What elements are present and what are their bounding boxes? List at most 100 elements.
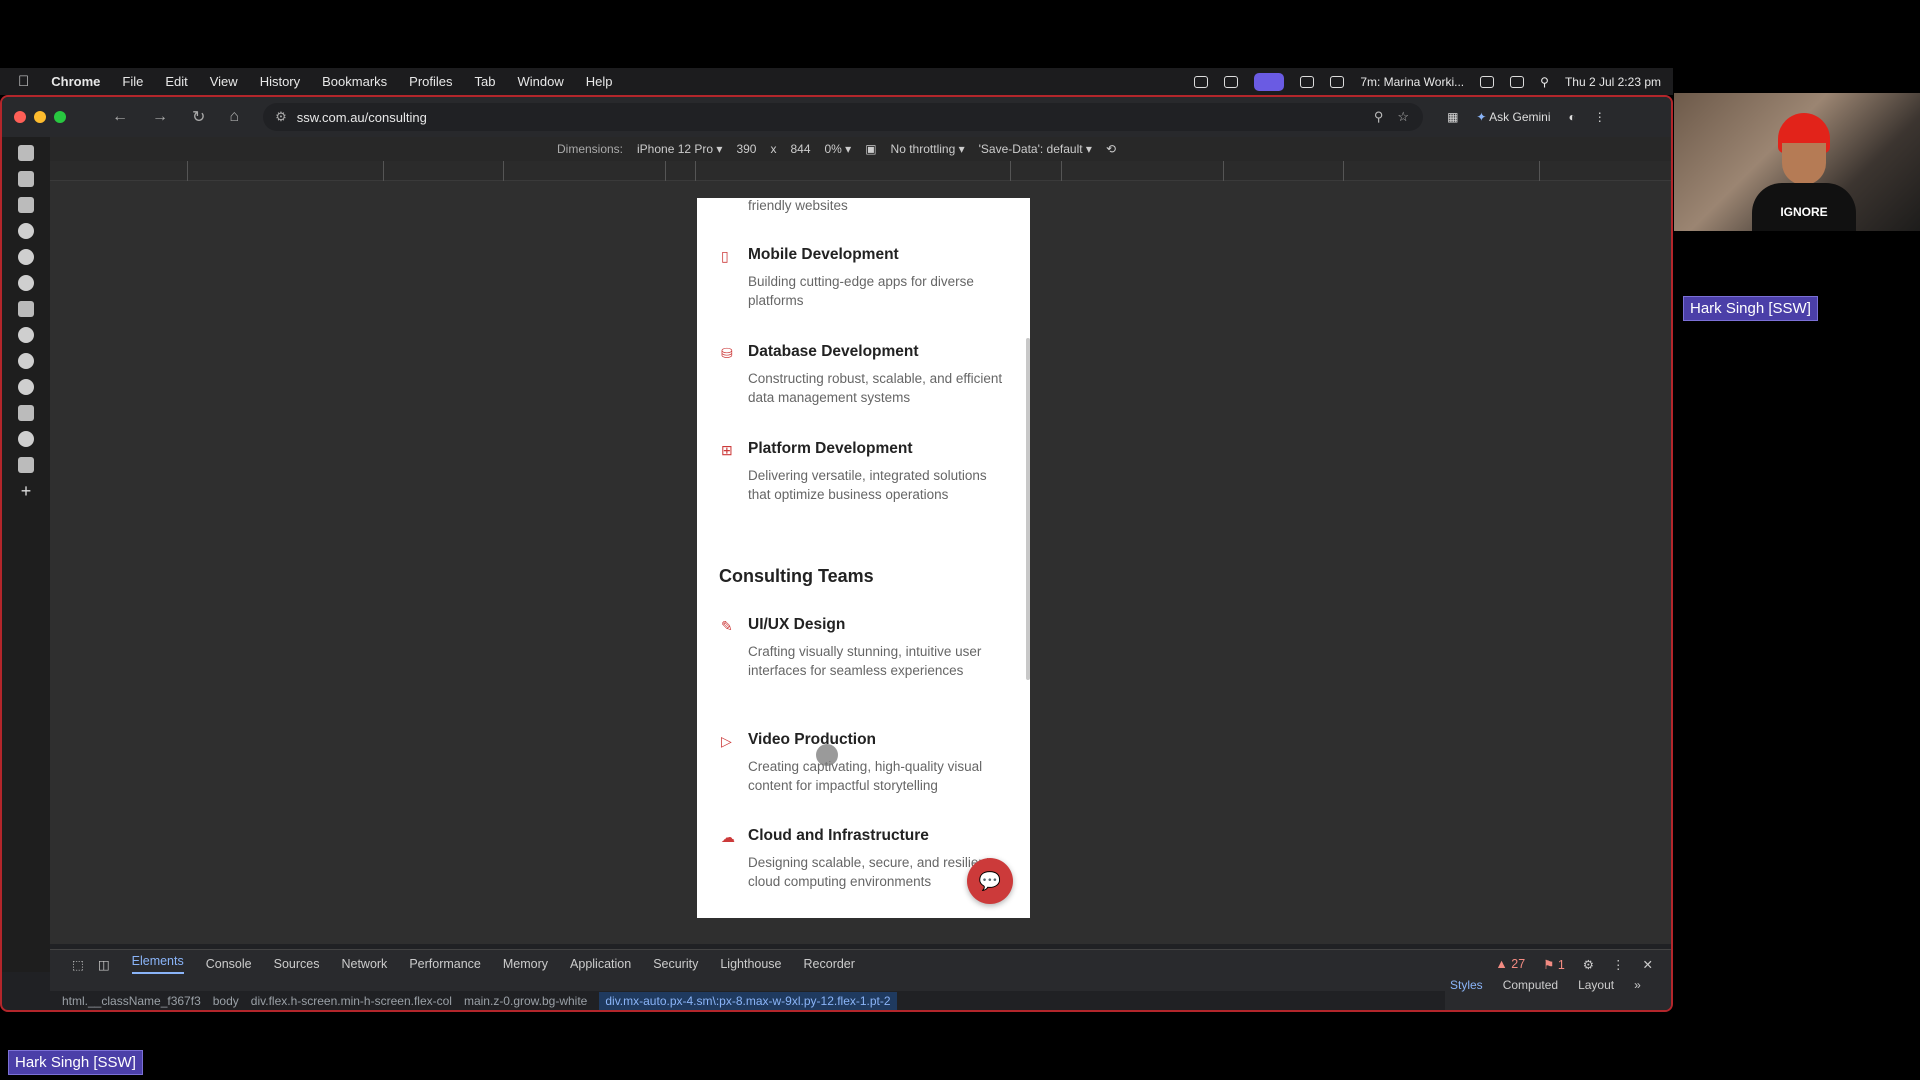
app-icon[interactable] <box>18 405 34 421</box>
chrome-app-icon[interactable] <box>18 249 34 265</box>
more-options-icon[interactable]: ⋮ <box>1612 957 1625 972</box>
menubar-clock[interactable]: Thu 2 Jul 2:23 pm <box>1565 75 1661 89</box>
chrome-menu-icon[interactable]: ⋮ <box>1594 110 1606 124</box>
address-bar[interactable]: ⚙ ssw.com.au/consulting ⚲ ☆ <box>263 103 1424 131</box>
team-title[interactable]: UI/UX Design <box>748 616 1011 634</box>
ruler-segment[interactable] <box>1539 161 1540 181</box>
rotate-icon[interactable]: ⟲ <box>1106 142 1116 156</box>
tab-layout[interactable]: Layout <box>1578 978 1614 992</box>
tab-console[interactable]: Console <box>206 957 252 971</box>
status-app-icon[interactable] <box>1194 75 1209 88</box>
home-icon[interactable]: ⌂ <box>229 108 239 126</box>
tab-security[interactable]: Security <box>653 957 698 971</box>
menu-help[interactable]: Help <box>586 74 613 89</box>
width-input[interactable]: 390 <box>736 142 756 156</box>
service-item-platform[interactable]: ⊞ Platform Development Delivering versat… <box>721 440 1011 504</box>
menu-window[interactable]: Window <box>518 74 564 89</box>
service-item-database[interactable]: ⛁ Database Development Constructing robu… <box>721 343 1011 407</box>
more-tabs-icon[interactable]: » <box>1634 978 1641 992</box>
team-title[interactable]: Video Production <box>748 731 1011 749</box>
back-arrow-icon[interactable]: ← <box>112 108 128 126</box>
team-title[interactable]: Cloud and Infrastructure <box>748 827 1011 845</box>
save-data-select[interactable]: 'Save-Data': default ▾ <box>979 142 1092 156</box>
minimize-window-button[interactable] <box>34 111 46 123</box>
tab-recorder[interactable]: Recorder <box>804 957 855 971</box>
site-settings-icon[interactable]: ⚙ <box>275 109 287 125</box>
service-title[interactable]: Platform Development <box>748 440 1011 458</box>
tab-elements[interactable]: Elements <box>131 954 184 974</box>
menu-bookmarks[interactable]: Bookmarks <box>322 74 387 89</box>
tab-styles[interactable]: Styles <box>1450 978 1483 992</box>
apple-icon[interactable]:  <box>18 73 29 90</box>
status-app-icon[interactable] <box>1330 75 1345 88</box>
tab-sources[interactable]: Sources <box>274 957 320 971</box>
battery-icon[interactable] <box>1510 75 1525 88</box>
maximize-window-button[interactable] <box>54 111 66 123</box>
ruler-segment[interactable] <box>383 161 384 181</box>
menu-edit[interactable]: Edit <box>165 74 187 89</box>
tab-network[interactable]: Network <box>341 957 387 971</box>
ruler-segment[interactable] <box>1061 161 1062 181</box>
zoom-select[interactable]: 0% ▾ <box>825 142 852 156</box>
menu-profiles[interactable]: Profiles <box>409 74 452 89</box>
tab-memory[interactable]: Memory <box>503 957 548 971</box>
wifi-icon[interactable] <box>1480 75 1495 88</box>
tab-application[interactable]: Application <box>570 957 631 971</box>
url-text[interactable]: ssw.com.au/consulting <box>297 110 427 125</box>
app-icon[interactable] <box>18 353 34 369</box>
sensors-icon[interactable]: ▣ <box>865 142 876 156</box>
tab-performance[interactable]: Performance <box>409 957 481 971</box>
profile-avatar[interactable]: ◐ <box>1569 110 1576 124</box>
team-item-uiux[interactable]: ✎ UI/UX Design Crafting visually stunnin… <box>721 616 1011 680</box>
github-icon[interactable] <box>18 327 34 343</box>
breadcrumb-item[interactable]: main.z-0.grow.bg-white <box>464 994 587 1008</box>
github-icon[interactable] <box>18 275 34 291</box>
chat-button[interactable]: 💬 <box>967 858 1013 904</box>
ruler-segment[interactable] <box>1343 161 1344 181</box>
service-title[interactable]: Mobile Development <box>748 246 1011 264</box>
bookmark-star-icon[interactable]: ☆ <box>1397 109 1409 125</box>
device-select[interactable]: iPhone 12 Pro ▾ <box>637 142 722 156</box>
add-icon[interactable]: + <box>18 482 34 500</box>
menu-app-name[interactable]: Chrome <box>51 74 100 89</box>
github-icon[interactable] <box>18 223 34 239</box>
meeting-status[interactable]: 7m: Marina Worki... <box>1360 75 1464 89</box>
reload-icon[interactable]: ↻ <box>192 107 205 127</box>
tab-lighthouse[interactable]: Lighthouse <box>720 957 781 971</box>
zoom-icon[interactable]: ⚲ <box>1374 109 1384 125</box>
scrollbar[interactable] <box>1026 338 1030 680</box>
menu-icon[interactable] <box>18 145 34 161</box>
google-icon[interactable] <box>18 379 34 395</box>
breadcrumb-item[interactable]: html.__className_f367f3 <box>62 994 201 1008</box>
ruler-segment[interactable] <box>695 161 696 181</box>
status-app-icon[interactable] <box>1224 75 1239 88</box>
cloud-sync-icon[interactable] <box>1300 75 1315 88</box>
ruler-segment[interactable] <box>503 161 504 181</box>
tab-grid-icon[interactable] <box>18 171 34 187</box>
throttling-select[interactable]: No throttling ▾ <box>891 142 965 156</box>
extensions-icon[interactable]: ▦ <box>1447 110 1458 124</box>
menu-view[interactable]: View <box>210 74 238 89</box>
app-icon[interactable] <box>18 301 34 317</box>
ruler-segment[interactable] <box>665 161 666 181</box>
inspect-icon[interactable]: ⬚ <box>72 957 84 972</box>
height-input[interactable]: 844 <box>790 142 810 156</box>
app-icon[interactable] <box>18 457 34 473</box>
menu-file[interactable]: File <box>122 74 143 89</box>
breadcrumb-item[interactable]: body <box>213 994 239 1008</box>
breadcrumb-item[interactable]: div.flex.h-screen.min-h-screen.flex-col <box>251 994 452 1008</box>
service-item-mobile[interactable]: ▯ Mobile Development Building cutting-ed… <box>721 246 1011 310</box>
team-item-video[interactable]: ▷ Video Production Creating captivating,… <box>721 731 1011 795</box>
menu-history[interactable]: History <box>260 74 300 89</box>
issues-badge[interactable]: ⚑ 1 <box>1543 957 1565 972</box>
forward-arrow-icon[interactable]: → <box>152 108 168 126</box>
tab-computed[interactable]: Computed <box>1503 978 1558 992</box>
warnings-badge[interactable]: ▲ 27 <box>1495 957 1525 972</box>
search-icon[interactable]: ⚲ <box>1540 75 1549 89</box>
ruler-segment[interactable] <box>1223 161 1224 181</box>
ask-gemini-button[interactable]: ✦ Ask Gemini <box>1476 110 1550 124</box>
close-window-button[interactable] <box>14 111 26 123</box>
tab-search-icon[interactable] <box>18 197 34 213</box>
gear-icon[interactable]: ⚙ <box>1583 957 1594 972</box>
menu-tab[interactable]: Tab <box>475 74 496 89</box>
